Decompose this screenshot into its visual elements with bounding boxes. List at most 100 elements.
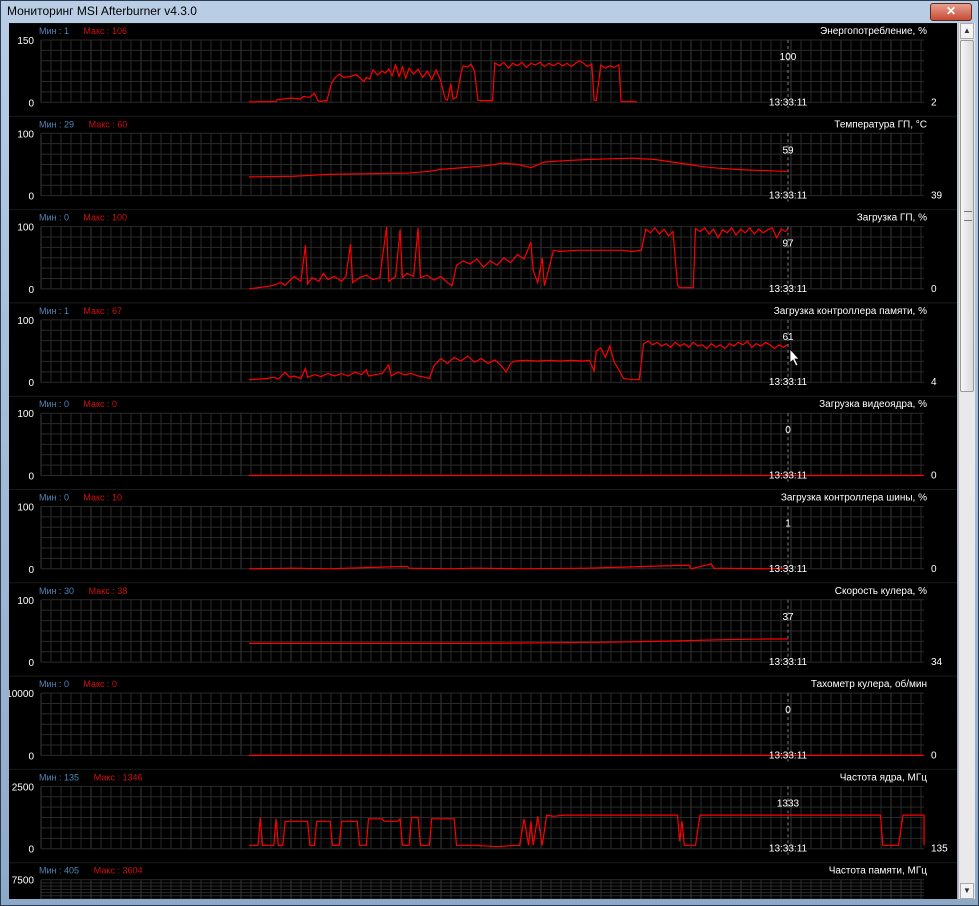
current-value: 0 <box>931 750 937 761</box>
graph-series-line <box>248 157 788 178</box>
graph-max-label: Макс : 0 <box>83 679 117 689</box>
graph-min-label: Мин : 1 <box>39 306 69 316</box>
scroll-thumb[interactable] <box>960 40 974 392</box>
current-value: 34 <box>931 657 943 668</box>
graph-grid <box>40 599 924 663</box>
current-value: 0 <box>931 564 937 575</box>
y-min-label: 0 <box>28 285 34 296</box>
graph-grid <box>40 692 924 756</box>
y-min-label: 0 <box>28 845 34 856</box>
cursor-value: 0 <box>785 705 791 716</box>
cursor-value: 37 <box>782 612 794 623</box>
graph-grid <box>40 506 924 570</box>
graph-series-line <box>248 340 789 381</box>
cursor-time: 13:33:11 <box>769 191 808 202</box>
title-bar[interactable]: Мониторинг MSI Afterburner v4.3.0 ✕ <box>1 1 978 21</box>
y-max-label: 100 <box>17 409 34 420</box>
y-min-label: 0 <box>28 658 34 669</box>
y-min-label: 0 <box>28 472 34 483</box>
graph-title: Частота памяти, МГц <box>829 866 928 877</box>
graph-min-label: Мин : 135 <box>39 772 79 782</box>
graph-min-label: Мин : 0 <box>39 399 69 409</box>
y-min-label: 0 <box>28 98 34 109</box>
graph-title: Температура ГП, °C <box>834 119 927 130</box>
y-min-label: 0 <box>28 378 34 389</box>
cursor-time: 13:33:11 <box>769 844 808 855</box>
graph-min-label: Мин : 0 <box>39 213 69 223</box>
graph-title: Энергопотребление, % <box>820 25 927 37</box>
current-value: 135 <box>931 844 948 855</box>
y-max-label: 100 <box>17 129 34 140</box>
current-value: 39 <box>931 191 943 202</box>
graph-grid <box>40 879 924 899</box>
scroll-down-button[interactable]: ▼ <box>960 883 974 899</box>
y-max-label: 100 <box>17 503 34 514</box>
scroll-up-button[interactable]: ▲ <box>960 23 974 39</box>
cursor-value: 0 <box>785 425 791 436</box>
y-max-label: 100 <box>17 596 34 607</box>
y-max-label: 100 <box>17 223 34 234</box>
arrow-up-icon: ▲ <box>963 26 971 35</box>
graph-min-label: Мин : 30 <box>39 586 74 596</box>
graph-title: Загрузка контроллера шины, % <box>781 493 927 504</box>
graph-max-label: Макс : 38 <box>89 586 128 596</box>
cursor-value: 1333 <box>777 798 800 809</box>
current-value: 4 <box>931 377 937 388</box>
close-icon: ✕ <box>945 4 957 18</box>
graph-max-label: Макс : 67 <box>83 306 122 316</box>
graph-grid <box>40 412 924 476</box>
graph-grid <box>40 132 924 197</box>
graph-min-label: Мин : 0 <box>39 493 69 503</box>
graph-title: Частота ядра, МГц <box>840 772 928 783</box>
vertical-scrollbar[interactable]: ▲ ▼ <box>958 23 975 899</box>
cursor-value: 61 <box>782 332 794 343</box>
graph-series-line <box>249 814 925 848</box>
y-max-label: 100 <box>17 316 34 327</box>
y-max-label: 150 <box>17 36 34 47</box>
cursor-value: 1 <box>785 519 791 530</box>
graph-title: Загрузка контроллера памяти, % <box>774 306 927 317</box>
close-button[interactable]: ✕ <box>930 3 972 21</box>
cursor-time: 13:33:11 <box>769 284 808 295</box>
graph-max-label: Макс : 3604 <box>94 866 143 876</box>
graph-title: Скорость кулера, % <box>835 586 927 597</box>
window-title: Мониторинг MSI Afterburner v4.3.0 <box>7 4 197 18</box>
y-max-label: 10000 <box>9 689 34 700</box>
y-max-label: 2500 <box>12 782 35 793</box>
graph-grid <box>40 785 924 850</box>
graph-grid <box>40 226 924 290</box>
graph-min-label: Мин : 1 <box>39 26 69 36</box>
graph-title: Загрузка видеоядра, % <box>819 399 927 410</box>
y-max-label: 7500 <box>12 876 35 887</box>
monitoring-panel: Мин : 1 Макс : 106 Энергопотребление, % 150… <box>9 23 957 899</box>
y-min-label: 0 <box>28 565 34 576</box>
graph-title: Загрузка ГП, % <box>857 213 927 224</box>
cursor-value: 100 <box>780 52 797 63</box>
cursor-value: 97 <box>782 239 794 250</box>
arrow-down-icon: ▼ <box>963 886 971 895</box>
current-value: 2 <box>931 97 937 108</box>
current-value: 0 <box>931 284 937 295</box>
cursor-time: 13:33:11 <box>769 750 808 761</box>
graph-max-label: Макс : 10 <box>83 493 122 503</box>
graph-max-label: Макс : 106 <box>83 26 127 36</box>
graph-max-label: Макс : 60 <box>89 119 128 129</box>
graph-series-line <box>248 563 789 570</box>
cursor-time: 13:33:11 <box>769 97 808 108</box>
graph-min-label: Мин : 29 <box>39 119 74 129</box>
graph-title: Тахометр кулера, об/мин <box>811 678 927 690</box>
graph-grid <box>40 39 924 103</box>
graph-max-label: Макс : 100 <box>83 213 127 223</box>
cursor-value: 59 <box>782 145 794 156</box>
graph-max-label: Макс : 1346 <box>94 772 143 782</box>
graphs-canvas: Мин : 1 Макс : 106 Энергопотребление, % 150… <box>9 23 957 899</box>
cursor-time: 13:33:11 <box>769 377 808 388</box>
cursor-time: 13:33:11 <box>769 564 808 575</box>
y-min-label: 0 <box>28 192 34 203</box>
y-min-label: 0 <box>28 751 34 762</box>
cursor-time: 13:33:11 <box>769 657 808 668</box>
cursor-time: 13:33:11 <box>769 471 808 482</box>
app-window: Мониторинг MSI Afterburner v4.3.0 ✕ Мин … <box>0 0 979 906</box>
grip-icon <box>964 211 972 221</box>
graph-min-label: Мин : 405 <box>39 866 79 876</box>
